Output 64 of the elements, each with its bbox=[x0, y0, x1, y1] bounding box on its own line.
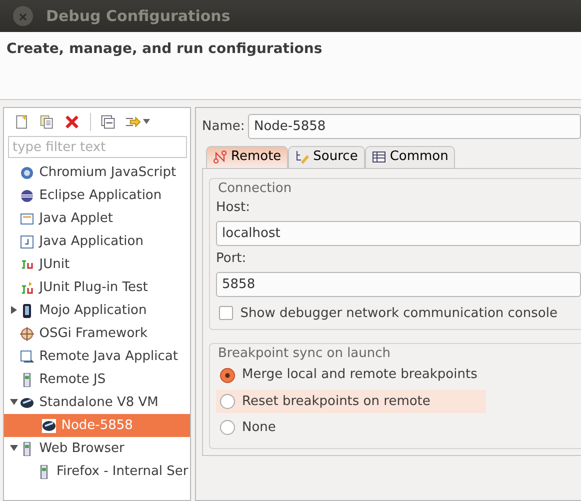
tab[interactable]: Common bbox=[364, 146, 456, 168]
tree-item[interactable]: Remote Java Applicat bbox=[4, 345, 190, 368]
tree-label: Chromium JavaScript bbox=[39, 164, 176, 182]
tree-label: OSGi Framework bbox=[39, 325, 148, 343]
globe-icon bbox=[20, 166, 34, 180]
name-label: Name: bbox=[202, 118, 245, 136]
radio-option[interactable]: Merge local and remote breakpoints bbox=[216, 364, 486, 386]
collapse-all-icon bbox=[100, 114, 116, 130]
tree-item[interactable]: OSGi Framework bbox=[4, 322, 190, 346]
remote-icon bbox=[213, 150, 227, 164]
delete-icon bbox=[64, 114, 80, 130]
name-field[interactable]: Node-5858 bbox=[248, 114, 581, 139]
port-label: Port: bbox=[216, 250, 248, 268]
window-icon bbox=[20, 350, 34, 364]
tree-item[interactable]: Eclipse Application bbox=[4, 184, 190, 208]
table-icon bbox=[372, 150, 386, 164]
checkbox[interactable] bbox=[219, 306, 234, 320]
tree-label: Java Applet bbox=[39, 210, 113, 228]
sphere-icon bbox=[20, 188, 34, 203]
tree-label: Remote Java Applicat bbox=[39, 348, 178, 366]
junit-icon bbox=[20, 258, 34, 272]
port-field[interactable]: 5858 bbox=[216, 272, 581, 297]
junit-icon bbox=[20, 280, 34, 295]
filter-field[interactable]: type filter text bbox=[8, 136, 187, 158]
tree-item[interactable]: Chromium JavaScript bbox=[4, 161, 190, 184]
tree-item[interactable]: Mojo Application bbox=[4, 299, 190, 322]
filter-icon bbox=[125, 114, 141, 130]
tree-item[interactable]: Java Applet bbox=[4, 207, 190, 230]
window-title: Debug Configurations bbox=[46, 6, 230, 27]
header-title: Create, manage, and run configurations bbox=[6, 40, 324, 58]
tree-label: JUnit Plug-in Test bbox=[39, 279, 148, 297]
pencil-icon bbox=[295, 150, 310, 164]
radio-option[interactable]: Reset breakpoints on remote bbox=[216, 390, 486, 413]
tree-item[interactable]: JUnit bbox=[4, 253, 190, 276]
checkbox-label: Show debugger network communication console bbox=[240, 304, 558, 322]
host-label: Host: bbox=[216, 199, 251, 218]
tree-item[interactable]: Firefox - Internal Ser bbox=[4, 460, 190, 484]
tree-label: Java Application bbox=[39, 233, 144, 251]
disc-icon bbox=[42, 418, 56, 433]
dropdown-caret-icon[interactable] bbox=[143, 119, 150, 124]
new-config-icon bbox=[14, 114, 30, 130]
tab[interactable]: Source bbox=[288, 146, 365, 168]
radio-option[interactable]: None bbox=[216, 416, 486, 439]
tree-label: Remote JS bbox=[39, 371, 106, 389]
tree-item[interactable]: Standalone V8 VM bbox=[4, 391, 190, 414]
window-icon bbox=[20, 234, 34, 249]
tree-label: Node-5858 bbox=[61, 417, 133, 435]
crosshair-icon bbox=[20, 326, 34, 341]
tree-item[interactable]: Java Application bbox=[4, 230, 190, 254]
tree-label: JUnit bbox=[39, 256, 70, 274]
tree-label: Firefox - Internal Ser bbox=[56, 463, 188, 481]
close-icon bbox=[19, 12, 27, 21]
tree-label: Eclipse Application bbox=[39, 187, 162, 205]
applet-icon bbox=[20, 212, 34, 226]
tree-label: Mojo Application bbox=[39, 302, 147, 320]
tree-label: Web Browser bbox=[39, 440, 124, 458]
tree-item[interactable]: JUnit Plug-in Test bbox=[4, 276, 190, 300]
tree-item[interactable]: Web Browser bbox=[4, 437, 190, 460]
disc-icon bbox=[20, 396, 34, 410]
tab[interactable]: Remote bbox=[206, 146, 288, 168]
tree-label: Standalone V8 VM bbox=[39, 394, 158, 412]
tree-item[interactable]: Remote JS bbox=[4, 368, 190, 392]
host-field[interactable]: localhost bbox=[216, 221, 581, 246]
duplicate-icon bbox=[39, 114, 55, 130]
